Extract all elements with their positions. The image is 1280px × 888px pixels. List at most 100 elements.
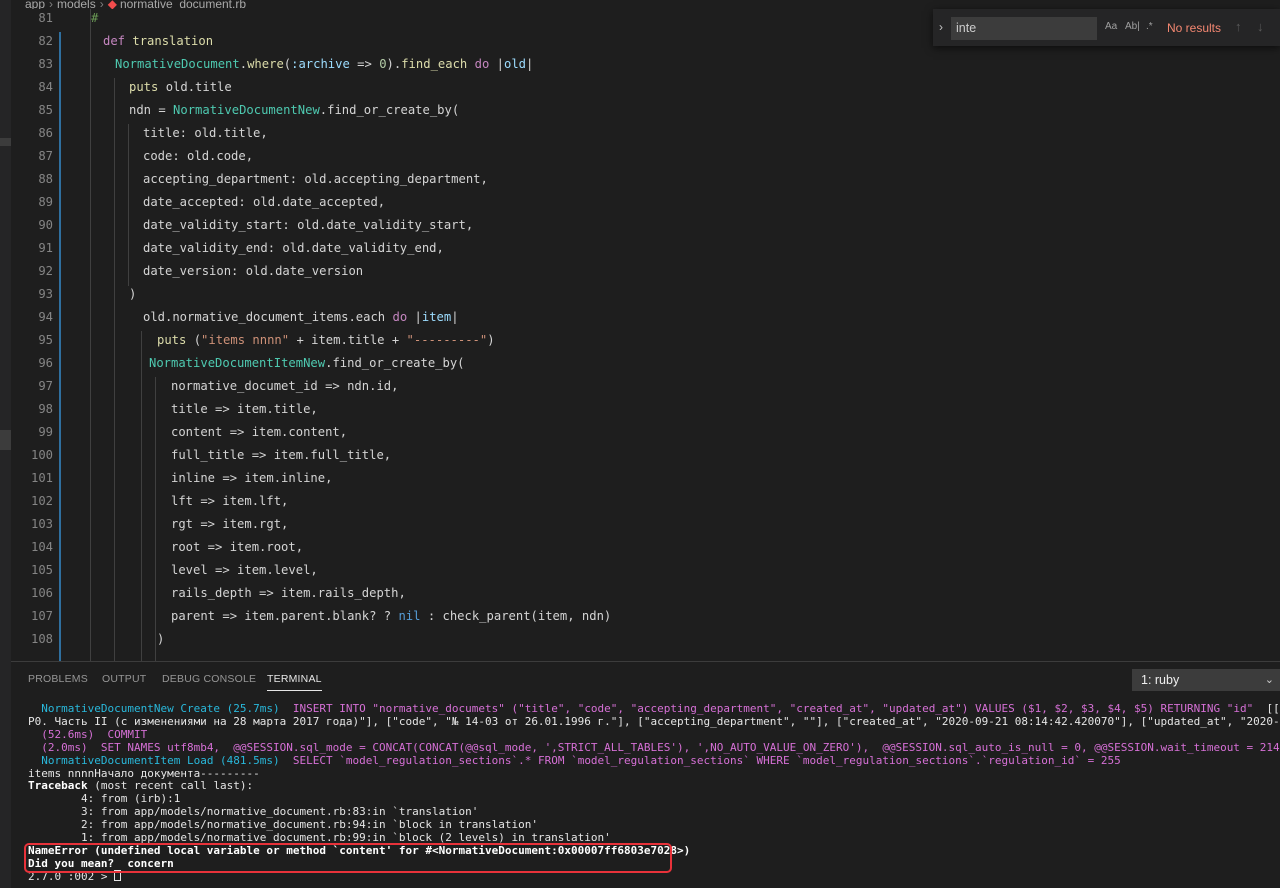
tab-debug-console[interactable]: DEBUG CONSOLE (162, 673, 256, 685)
indent-guide-active (59, 32, 61, 661)
code-line[interactable]: 89 date_accepted: old.date_accepted, (11, 191, 1280, 214)
line-number: 100 (30, 448, 53, 462)
line-number: 85 (38, 103, 53, 117)
line-number: 86 (38, 126, 53, 140)
code-line[interactable]: 97 normative_documet_id => ndn.id, (11, 375, 1280, 398)
code-text: title => item.title, (171, 402, 318, 416)
line-number: 91 (38, 241, 53, 255)
code-line[interactable]: 90 date_validity_start: old.date_validity… (11, 214, 1280, 237)
code-line[interactable]: 85 ndn = NormativeDocumentNew.find_or_cre… (11, 99, 1280, 122)
code-line[interactable]: 91 date_validity_end: old.date_validity_e… (11, 237, 1280, 260)
code-line[interactable]: 92 date_version: old.date_version (11, 260, 1280, 283)
indent-guide (155, 377, 156, 661)
code-text: accepting_department: old.accepting_depa… (143, 172, 488, 186)
line-number: 106 (30, 586, 53, 600)
line-number: 90 (38, 218, 53, 232)
code-text: root => item.root, (171, 540, 304, 554)
chevron-right-icon[interactable]: › (939, 20, 943, 34)
code-line[interactable]: 83 NormativeDocument.where(:archive => 0)… (11, 53, 1280, 76)
line-number: 89 (38, 195, 53, 209)
arrow-up-icon[interactable]: ↑ (1235, 19, 1242, 34)
code-line[interactable]: 98 title => item.title, (11, 398, 1280, 421)
line-number: 101 (30, 471, 53, 485)
line-number: 87 (38, 149, 53, 163)
code-line[interactable]: 100 full_title => item.full_title, (11, 444, 1280, 467)
code-text: lft => item.lft, (171, 494, 289, 508)
code-line[interactable]: 95 puts ("items nnnn" + item.title + "---… (11, 329, 1280, 352)
find-input[interactable]: inte (951, 17, 1097, 40)
code-text: def translation (103, 34, 214, 48)
code-line[interactable]: 88 accepting_department: old.accepting_de… (11, 168, 1280, 191)
arrow-down-icon[interactable]: ↓ (1257, 19, 1264, 34)
code-line[interactable]: 96 NormativeDocumentItemNew.find_or_creat… (11, 352, 1280, 375)
code-line[interactable]: 108) (11, 628, 1280, 651)
breadcrumb-file[interactable]: normative_document.rb (120, 0, 246, 9)
indent-guide (90, 9, 91, 661)
code-line[interactable]: 94 old.normative_document_items.each do |… (11, 306, 1280, 329)
breadcrumb: app › models › ◆ normative_document.rb (11, 0, 1280, 9)
line-number: 83 (38, 57, 53, 71)
code-text: NormativeDocumentItemNew.find_or_create_… (149, 356, 465, 370)
code-text: rgt => item.rgt, (171, 517, 289, 531)
code-text: date_version: old.date_version (143, 264, 364, 278)
code-line[interactable]: 106 rails_depth => item.rails_depth, (11, 582, 1280, 605)
code-line[interactable]: 104 root => item.root, (11, 536, 1280, 559)
code-line[interactable]: 105 level => item.level, (11, 559, 1280, 582)
code-text: rails_depth => item.rails_depth, (171, 586, 406, 600)
code-line[interactable]: 86 title: old.title, (11, 122, 1280, 145)
tab-output[interactable]: OUTPUT (102, 673, 146, 685)
code-text: NormativeDocument.where(:archive => 0).f… (115, 57, 534, 71)
line-number: 97 (38, 379, 53, 393)
code-line[interactable]: 93) (11, 283, 1280, 306)
terminal-line: 2: from app/models/normative_document.rb… (28, 818, 538, 832)
line-number: 99 (38, 425, 53, 439)
terminal-line: NormativeDocumentNew Create (25.7ms) INS… (41, 702, 1280, 715)
code-line[interactable]: 103 rgt => item.rgt, (11, 513, 1280, 536)
chevron-right-icon: › (99, 0, 104, 9)
line-number: 93 (38, 287, 53, 301)
code-text: ) (129, 287, 137, 301)
indent-guide (141, 331, 142, 661)
breadcrumb-item[interactable]: models (57, 0, 96, 9)
indent-guide (114, 78, 115, 661)
terminal-line: Traceback (most recent call last): (28, 779, 254, 793)
code-line[interactable]: 101 inline => item.inline, (11, 467, 1280, 490)
code-line[interactable]: 99 content => item.content, (11, 421, 1280, 444)
regex-icon[interactable]: .* (1146, 21, 1153, 32)
match-whole-word-icon[interactable]: Ab| (1125, 21, 1140, 32)
terminal-select[interactable]: 1: ruby ⌄ (1132, 669, 1280, 691)
code-line[interactable]: 87 code: old.code, (11, 145, 1280, 168)
breadcrumb-item[interactable]: app (25, 0, 45, 9)
code-line[interactable]: 107 parent => item.parent.blank? ? nil : … (11, 605, 1280, 628)
activity-indicator (0, 138, 11, 146)
code-text: level => item.level, (171, 563, 318, 577)
code-text: full_title => item.full_title, (171, 448, 392, 462)
line-number: 95 (38, 333, 53, 347)
code-text: inline => item.inline, (171, 471, 333, 485)
line-number: 98 (38, 402, 53, 416)
match-case-icon[interactable]: Aa (1105, 21, 1117, 32)
terminal-line: Р0. Часть II (с изменениями на 28 марта … (28, 714, 1280, 728)
code-editor[interactable]: 81 #82 def translation 83 NormativeDocument.… (11, 9, 1280, 661)
line-number: 82 (38, 34, 53, 48)
code-text: parent => item.parent.blank? ? nil : che… (171, 609, 612, 623)
code-text: title: old.title, (143, 126, 268, 140)
code-text: normative_documet_id => ndn.id, (171, 379, 399, 393)
terminal-line: 4: from (irb):1 (28, 792, 181, 806)
code-line[interactable]: 102 lft => item.lft, (11, 490, 1280, 513)
tab-terminal[interactable]: TERMINAL (267, 673, 322, 691)
code-text: content => item.content, (171, 425, 348, 439)
terminal-line: 3: from app/models/normative_document.rb… (28, 805, 479, 819)
line-number: 88 (38, 172, 53, 186)
indent-guide (128, 124, 129, 286)
line-number: 103 (30, 517, 53, 531)
error-highlight-box (24, 843, 672, 873)
code-text: ) (157, 632, 165, 646)
tab-problems[interactable]: PROBLEMS (28, 673, 88, 685)
code-text: # (91, 11, 99, 25)
code-line[interactable]: 84 puts old.title (11, 76, 1280, 99)
line-number: 105 (30, 563, 53, 577)
line-number: 94 (38, 310, 53, 324)
code-text: old.normative_document_items.each do |it… (143, 310, 459, 324)
chevron-down-icon: ⌄ (1264, 674, 1274, 686)
